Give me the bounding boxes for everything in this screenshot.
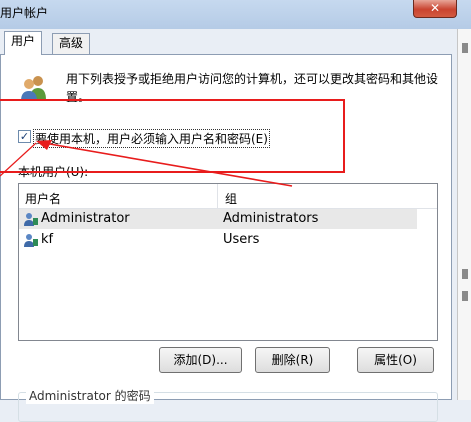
require-login-label[interactable]: 要使用本机，用户必须输入用户名和密码(E) <box>33 129 270 148</box>
column-header-username[interactable]: 用户名 <box>25 190 61 207</box>
column-header-group[interactable]: 组 <box>225 190 237 207</box>
remove-user-button[interactable]: 删除(R) <box>255 347 330 373</box>
title-bar: 用户帐户 ✕ <box>0 0 471 29</box>
window-title: 用户帐户 <box>0 6 49 20</box>
column-separator[interactable] <box>217 184 218 208</box>
users-icon <box>21 76 46 101</box>
cell-group: Users <box>223 232 260 247</box>
table-row[interactable]: Administrator Administrators <box>19 209 417 229</box>
password-group-label: Administrator 的密码 <box>26 387 154 404</box>
tab-users[interactable]: 用户 <box>4 31 43 55</box>
background-window-strip <box>457 29 471 400</box>
properties-button[interactable]: 属性(O) <box>357 347 434 373</box>
cell-group: Administrators <box>223 211 319 226</box>
user-icon <box>24 213 38 226</box>
strip-mark <box>462 291 468 301</box>
table-row[interactable]: kf Users <box>19 230 417 250</box>
add-user-button[interactable]: 添加(D)... <box>159 347 242 373</box>
strip-mark <box>462 269 468 279</box>
intro-text: 用下列表授予或拒绝用户访问您的计算机，还可以更改其密码和其他设置。 <box>66 72 439 104</box>
user-icon <box>24 234 38 247</box>
strip-mark <box>462 43 468 53</box>
listview-header: 用户名 组 <box>19 184 437 209</box>
local-users-label: 本机用户(U): <box>18 165 89 179</box>
cell-username: kf <box>41 232 54 247</box>
cell-username: Administrator <box>41 211 130 226</box>
tab-advanced[interactable]: 高级 <box>52 33 91 54</box>
require-login-checkbox[interactable]: ✓ <box>18 130 31 143</box>
close-button[interactable]: ✕ <box>413 0 457 18</box>
users-listview[interactable]: 用户名 组 Administrator Administrators kf Us… <box>18 183 438 341</box>
